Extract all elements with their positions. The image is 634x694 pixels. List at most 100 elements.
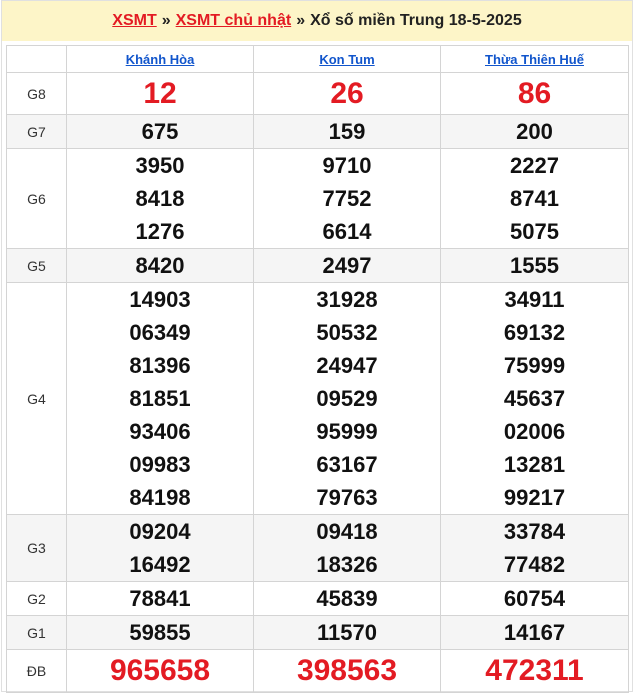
results-panel: XSMT » XSMT chủ nhật » Xổ số miền Trung … xyxy=(1,0,633,693)
prize-cell: 26 xyxy=(253,72,441,115)
prize-row-g8: G8 12 26 86 xyxy=(6,72,629,115)
prize-cell: 9710 7752 6614 xyxy=(253,148,441,249)
special-prize-number: 398563 xyxy=(296,654,398,687)
prize-row-db: ĐB 965658 398563 472311 xyxy=(6,649,629,693)
prize-number: 14167 xyxy=(503,620,566,645)
page-title: Xổ số miền Trung 18-5-2025 xyxy=(310,12,522,29)
prize-cell: 398563 xyxy=(253,649,441,693)
breadcrumb-separator: » xyxy=(296,12,306,29)
prize-cell: 3950 8418 1276 xyxy=(66,148,254,249)
prize-row-g3: G3 09204 16492 09418 18326 33784 77482 xyxy=(6,514,629,582)
prize-number: 33784 xyxy=(503,519,566,544)
prize-number: 2227 xyxy=(510,153,559,178)
prize-cell: 45839 xyxy=(253,581,441,616)
prize-number: 24947 xyxy=(316,353,378,378)
prize-number: 45839 xyxy=(316,586,378,611)
prize-table-body: G8 12 26 86 G7 675 159 200 G6 3950 8418 1276 9710 775… xyxy=(6,72,629,693)
prize-cell: 159 xyxy=(253,114,441,149)
header-blank-cell xyxy=(6,45,67,73)
prize-number: 09418 xyxy=(316,519,378,544)
prize-cell: 200 xyxy=(440,114,629,149)
province-link-thua-thien-hue[interactable]: Thừa Thiên Huế xyxy=(440,45,629,73)
prize-cell: 8420 xyxy=(66,248,254,283)
prize-number: 2497 xyxy=(322,253,372,278)
prize-number: 1276 xyxy=(135,219,185,244)
prize-number: 11570 xyxy=(317,620,377,645)
prize-cell: 12 xyxy=(66,72,254,115)
prize-cell: 1555 xyxy=(440,248,629,283)
prize-number: 63167 xyxy=(316,452,378,477)
results-table: Khánh Hòa Kon Tum Thừa Thiên Huế G8 12 26 8… xyxy=(6,45,629,693)
prize-number: 7752 xyxy=(322,186,372,211)
prize-number: 02006 xyxy=(503,419,566,444)
prize-number: 5075 xyxy=(510,219,559,244)
prize-cell: 78841 xyxy=(66,581,254,616)
prize-label: G2 xyxy=(6,581,67,616)
prize-number: 99217 xyxy=(503,485,566,510)
prize-number: 95999 xyxy=(316,419,378,444)
prize-number: 09983 xyxy=(129,452,191,477)
prize-number: 14903 xyxy=(129,287,191,312)
prize-number: 59855 xyxy=(129,620,191,645)
prize-number: 79763 xyxy=(316,485,378,510)
prize-number: 3950 xyxy=(135,153,185,178)
g8-number: 26 xyxy=(330,77,364,110)
prize-number: 8418 xyxy=(135,186,185,211)
prize-cell: 675 xyxy=(66,114,254,149)
prize-number: 69132 xyxy=(503,320,566,345)
prize-row-g1: G1 59855 11570 14167 xyxy=(6,615,629,650)
prize-number: 34911 xyxy=(504,287,565,312)
g8-number: 12 xyxy=(143,77,177,110)
prize-number: 9710 xyxy=(322,153,372,178)
prize-label: G3 xyxy=(6,514,67,582)
prize-number: 6614 xyxy=(322,219,372,244)
prize-cell: 2227 8741 5075 xyxy=(440,148,629,249)
province-header-row: Khánh Hòa Kon Tum Thừa Thiên Huế xyxy=(6,45,629,73)
prize-number: 159 xyxy=(328,119,366,144)
prize-label: G8 xyxy=(6,72,67,115)
prize-cell: 60754 xyxy=(440,581,629,616)
prize-number: 78841 xyxy=(129,586,191,611)
prize-label: G6 xyxy=(6,148,67,249)
prize-row-g5: G5 8420 2497 1555 xyxy=(6,248,629,283)
breadcrumb-link-xsmt[interactable]: XSMT xyxy=(112,12,156,30)
special-prize-number: 965658 xyxy=(109,654,211,687)
prize-cell: 34911 69132 75999 45637 02006 13281 99217 xyxy=(440,282,629,515)
prize-number: 200 xyxy=(516,119,553,144)
prize-cell: 31928 50532 24947 09529 95999 63167 79763 xyxy=(253,282,441,515)
province-link-khanh-hoa[interactable]: Khánh Hòa xyxy=(66,45,254,73)
prize-number: 75999 xyxy=(503,353,566,378)
prize-number: 84198 xyxy=(129,485,191,510)
prize-number: 09204 xyxy=(129,519,191,544)
prize-cell: 2497 xyxy=(253,248,441,283)
prize-number: 18326 xyxy=(316,552,378,577)
prize-number: 60754 xyxy=(503,586,566,611)
prize-number: 675 xyxy=(141,119,179,144)
prize-number: 06349 xyxy=(129,320,191,345)
province-link-kon-tum[interactable]: Kon Tum xyxy=(253,45,441,73)
prize-label: G1 xyxy=(6,615,67,650)
special-prize-number: 472311 xyxy=(485,654,584,687)
prize-number: 50532 xyxy=(316,320,378,345)
prize-number: 8420 xyxy=(135,253,185,278)
prize-row-g2: G2 78841 45839 60754 xyxy=(6,581,629,616)
prize-row-g4: G4 14903 06349 81396 81851 93406 09983 84198 319… xyxy=(6,282,629,515)
prize-cell: 59855 xyxy=(66,615,254,650)
prize-number: 16492 xyxy=(129,552,191,577)
prize-label: G4 xyxy=(6,282,67,515)
g8-number: 86 xyxy=(517,77,552,110)
prize-number: 93406 xyxy=(129,419,191,444)
prize-number: 77482 xyxy=(503,552,566,577)
prize-number: 45637 xyxy=(503,386,566,411)
prize-number: 81396 xyxy=(129,353,191,378)
prize-row-g6: G6 3950 8418 1276 9710 7752 6614 2227 8741 5075 xyxy=(6,148,629,249)
prize-label: G5 xyxy=(6,248,67,283)
prize-cell: 09418 18326 xyxy=(253,514,441,582)
prize-cell: 14903 06349 81396 81851 93406 09983 84198 xyxy=(66,282,254,515)
breadcrumb-link-xsmt-sunday[interactable]: XSMT chủ nhật xyxy=(176,12,292,30)
prize-cell: 09204 16492 xyxy=(66,514,254,582)
prize-number: 1555 xyxy=(510,253,559,278)
prize-row-g7: G7 675 159 200 xyxy=(6,114,629,149)
prize-cell: 965658 xyxy=(66,649,254,693)
prize-cell: 11570 xyxy=(253,615,441,650)
